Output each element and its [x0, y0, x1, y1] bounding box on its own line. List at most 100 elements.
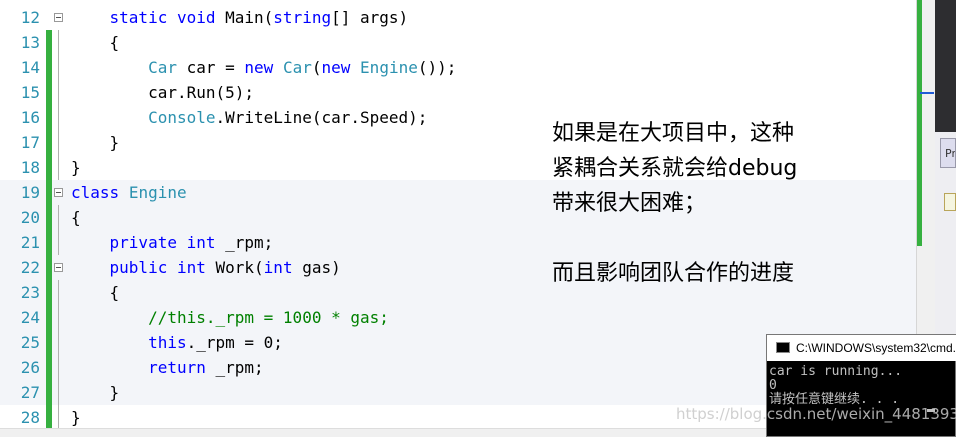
change-indicator [46, 30, 52, 55]
code-line[interactable]: 24 //this._rpm = 1000 * gas; [0, 305, 916, 330]
code-token: new [244, 58, 274, 77]
code-text: this._rpm = 0; [71, 330, 283, 355]
code-token: ( [311, 58, 322, 77]
change-indicator [46, 205, 52, 230]
code-text: } [71, 130, 120, 155]
line-number: 17 [20, 133, 40, 152]
document-icon[interactable] [944, 193, 956, 211]
code-token: string [273, 8, 332, 27]
code-token: Work( [205, 258, 264, 277]
code-token: Engine [128, 183, 187, 202]
code-text: //this._rpm = 1000 * gas; [71, 305, 389, 330]
code-token: public [109, 258, 168, 277]
outline-guide [58, 155, 59, 180]
code-token: gas) [292, 258, 341, 277]
line-number: 15 [20, 83, 40, 102]
code-text: car.Run(5); [71, 80, 254, 105]
code-token: class [71, 183, 120, 202]
outline-guide [58, 105, 59, 130]
code-token: { [71, 283, 120, 302]
code-token: static [109, 8, 168, 27]
code-text: } [71, 380, 120, 405]
line-number: 22 [20, 258, 40, 277]
code-token: ._rpm = 0; [186, 333, 283, 352]
outline-guide [58, 130, 59, 155]
change-indicator [46, 355, 52, 380]
code-token: .WriteLine(car.Speed); [215, 108, 428, 127]
code-line[interactable]: 14 Car car = new Car(new Engine()); [0, 55, 916, 80]
change-indicator [46, 280, 52, 305]
console-title: C:\WINDOWS\system32\cmd.exe [796, 341, 956, 355]
outline-guide [58, 205, 59, 230]
outline-guide [58, 405, 59, 430]
code-token: int [176, 258, 206, 277]
code-text: static void Main(string[] args) [71, 5, 409, 30]
change-indicator [46, 80, 52, 105]
line-number: 13 [20, 33, 40, 52]
change-indicator [46, 180, 52, 205]
line-number: 28 [20, 408, 40, 427]
code-token: _rpm; [205, 358, 264, 377]
code-token: Car [148, 58, 177, 77]
code-text: Car car = new Car(new Engine()); [71, 55, 456, 80]
change-indicator [46, 130, 52, 155]
code-token: } [71, 383, 120, 402]
code-text: { [71, 205, 81, 230]
right-panel-header [935, 0, 956, 132]
properties-tab[interactable]: Pr [940, 138, 956, 168]
code-token: Main( [215, 8, 274, 27]
code-token: _rpm; [215, 233, 274, 252]
collapse-icon[interactable] [54, 263, 63, 272]
code-token: [] args) [331, 8, 409, 27]
outline-guide [58, 355, 59, 380]
outline-guide [58, 330, 59, 355]
collapse-icon[interactable] [54, 188, 63, 197]
line-number: 24 [20, 308, 40, 327]
console-output: car is running... 0 请按任意键继续. . . [769, 364, 903, 407]
line-number: 23 [20, 283, 40, 302]
code-token: Engine [360, 58, 418, 77]
change-indicator [46, 55, 52, 80]
code-token: car.Run(5); [71, 83, 255, 102]
outline-guide [58, 55, 59, 80]
code-text: return _rpm; [71, 355, 264, 380]
code-token: } [71, 408, 81, 427]
console-icon [776, 342, 790, 353]
change-indicator [46, 405, 52, 430]
code-text: class Engine [71, 180, 187, 205]
console-titlebar[interactable]: C:\WINDOWS\system32\cmd.exe [767, 335, 956, 361]
code-text: Console.WriteLine(car.Speed); [71, 105, 427, 130]
code-token: Car [282, 58, 312, 77]
collapse-icon[interactable] [54, 13, 63, 22]
code-token: { [71, 33, 120, 52]
code-token: } [71, 158, 81, 177]
code-line[interactable]: 13 { [0, 30, 916, 55]
line-number: 12 [20, 8, 40, 27]
code-token: } [71, 133, 120, 152]
outline-guide [58, 305, 59, 330]
code-text: private int _rpm; [71, 230, 274, 255]
code-text: { [71, 280, 120, 305]
change-indicator [46, 155, 52, 180]
code-line[interactable]: 15 car.Run(5); [0, 80, 916, 105]
change-indicator [46, 380, 52, 405]
line-number: 14 [20, 58, 40, 77]
code-text: } [71, 405, 81, 430]
code-token: car = [176, 58, 245, 77]
scrollbar-caret-marker [920, 92, 934, 94]
annotation-text: 如果是在大项目中，这种紧耦合关系就会给debug带来很大困难； 而且影响团队合作… [552, 121, 798, 286]
code-text: { [71, 30, 120, 55]
code-token: { [71, 208, 81, 227]
line-number: 20 [20, 208, 40, 227]
line-number: 26 [20, 358, 40, 377]
code-line[interactable]: 12 static void Main(string[] args) [0, 5, 916, 30]
